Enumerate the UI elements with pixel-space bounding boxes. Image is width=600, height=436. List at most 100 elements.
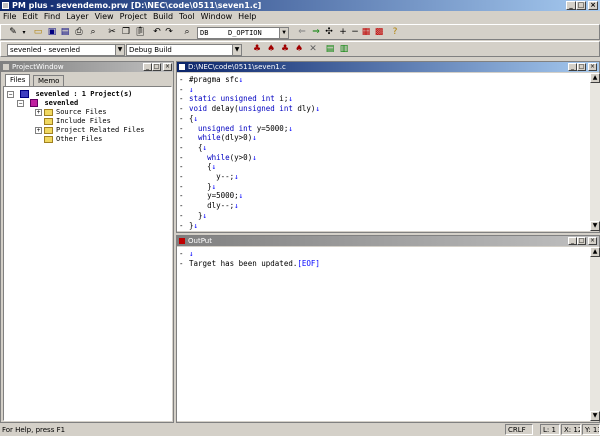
code-area[interactable]: ---------------- #pragma sfc↓ ↓ static uns… bbox=[177, 73, 590, 231]
code-line[interactable]: void delay(unsigned int dly)↓ bbox=[189, 104, 320, 114]
print-icon[interactable]: ⎙ bbox=[73, 27, 85, 38]
chevron-down-icon[interactable]: ▼ bbox=[232, 45, 241, 55]
code-line[interactable]: }↓ bbox=[189, 211, 320, 221]
compile-icon[interactable]: ♣ bbox=[251, 44, 263, 55]
window-close-icon[interactable]: ▩ bbox=[373, 27, 385, 38]
help-icon[interactable]: ? bbox=[389, 27, 401, 38]
save-icon[interactable]: ▣ bbox=[46, 27, 58, 38]
expand-icon[interactable]: − bbox=[17, 99, 24, 107]
project-combo[interactable]: sevenled - sevenled ▼ bbox=[7, 44, 125, 56]
eol-mark: ↓ bbox=[234, 172, 239, 182]
open-file-icon[interactable]: ▭ bbox=[32, 27, 44, 38]
close-button[interactable]: × bbox=[163, 63, 172, 71]
status-bar: For Help, press F1 CRLF L: 1 X: 12 Y: 13 bbox=[0, 423, 600, 436]
build-all-icon[interactable]: ♠ bbox=[293, 44, 305, 55]
code-text[interactable]: #pragma sfc↓ ↓ static unsigned int i;↓ void… bbox=[189, 75, 320, 230]
back-arrow-icon[interactable]: ⇐ bbox=[296, 27, 308, 38]
tree-item-include-files[interactable]: Include Files bbox=[44, 117, 111, 126]
menu-tool[interactable]: Tool bbox=[176, 11, 198, 23]
tree-item-source-files[interactable]: + Source Files bbox=[35, 108, 107, 117]
print-preview-icon[interactable]: ⌕ bbox=[87, 27, 99, 38]
eol-mark: ↓ bbox=[238, 75, 244, 84]
window-list-icon[interactable]: ▦ bbox=[360, 27, 372, 38]
expand-icon[interactable]: + bbox=[35, 108, 42, 116]
document-icon bbox=[179, 64, 185, 70]
settings-icon[interactable]: ▤ bbox=[324, 44, 336, 55]
tree-root[interactable]: − sevenled : 1 Project(s) bbox=[7, 90, 132, 99]
rebuild-icon[interactable]: ♣ bbox=[279, 44, 291, 55]
maximize-button[interactable]: □ bbox=[577, 237, 586, 245]
editor-scrollbar[interactable]: ▲ ▼ bbox=[590, 73, 600, 231]
forward-arrow-icon[interactable]: ⇒ bbox=[310, 27, 322, 38]
scroll-up-button[interactable]: ▲ bbox=[590, 247, 600, 257]
menu-layer[interactable]: Layer bbox=[63, 11, 91, 23]
scroll-down-button[interactable]: ▼ bbox=[590, 411, 600, 421]
code-line[interactable]: while(y>0)↓ bbox=[189, 153, 320, 163]
code-line[interactable]: unsigned int y=5000;↓ bbox=[189, 124, 320, 134]
eol-mark: ↓ bbox=[189, 249, 194, 258]
paste-icon[interactable]: 📋︎ bbox=[134, 27, 146, 38]
maximize-button[interactable]: □ bbox=[577, 63, 586, 71]
tree-item-other-files[interactable]: Other Files bbox=[44, 135, 102, 144]
zoom-in-icon[interactable]: + bbox=[337, 27, 349, 38]
code-line[interactable]: y=5000;↓ bbox=[189, 191, 320, 201]
build-icon[interactable]: ♠ bbox=[265, 44, 277, 55]
code-line[interactable]: {↓ bbox=[189, 114, 320, 124]
chevron-down-icon[interactable]: ▼ bbox=[115, 45, 124, 55]
code-line[interactable]: {↓ bbox=[189, 162, 320, 172]
expand-icon[interactable]: + bbox=[35, 126, 42, 134]
close-button[interactable]: × bbox=[588, 63, 597, 71]
code-line[interactable]: while(dly>0)↓ bbox=[189, 133, 320, 143]
maximize-button[interactable]: □ bbox=[576, 1, 586, 10]
code-line[interactable]: {↓ bbox=[189, 143, 320, 153]
code-line[interactable]: y--;↓ bbox=[189, 172, 320, 182]
menu-help[interactable]: Help bbox=[235, 11, 259, 23]
scroll-up-button[interactable]: ▲ bbox=[590, 73, 600, 83]
tab-memo[interactable]: Memo bbox=[33, 75, 65, 86]
find-icon[interactable]: ⌕ bbox=[181, 27, 193, 38]
menu-find[interactable]: Find bbox=[41, 11, 63, 23]
menu-edit[interactable]: Edit bbox=[19, 11, 41, 23]
expand-icon[interactable]: − bbox=[7, 90, 14, 98]
code-line[interactable]: }↓ bbox=[189, 221, 320, 231]
define-combo[interactable]: DB D_OPTION ▼ bbox=[197, 27, 289, 39]
close-button[interactable]: × bbox=[588, 237, 597, 245]
status-x: X: 12 bbox=[561, 424, 581, 435]
menu-project[interactable]: Project bbox=[117, 11, 150, 23]
output-scrollbar[interactable]: ▲ ▼ bbox=[590, 247, 600, 421]
stop-build-icon[interactable]: ✕ bbox=[307, 44, 319, 55]
redo-icon[interactable]: ↷ bbox=[163, 27, 175, 38]
output-window: OutPut _ □ × -- ↓ Target has been update… bbox=[176, 235, 600, 423]
menu-view[interactable]: View bbox=[92, 11, 117, 23]
minimize-button[interactable]: _ bbox=[566, 1, 576, 10]
chevron-down-icon[interactable]: ▼ bbox=[279, 28, 288, 38]
build-mode-combo[interactable]: Debug Build ▼ bbox=[126, 44, 242, 56]
code-line[interactable]: dly--;↓ bbox=[189, 201, 320, 211]
code-line[interactable]: ↓ bbox=[189, 85, 320, 95]
copy-icon[interactable]: ❐ bbox=[120, 27, 132, 38]
status-line-ending: CRLF bbox=[505, 424, 533, 435]
eol-mark: ↓ bbox=[315, 104, 320, 114]
menu-file[interactable]: File bbox=[0, 11, 19, 23]
tree-item-project-related-files[interactable]: + Project Related Files bbox=[35, 126, 145, 135]
menu-window[interactable]: Window bbox=[198, 11, 236, 23]
move-icon[interactable]: ✣ bbox=[323, 27, 335, 38]
save-all-icon[interactable]: ▤ bbox=[59, 27, 71, 38]
debug-icon[interactable]: ▥ bbox=[338, 44, 350, 55]
dropdown-arrow-icon[interactable]: ▾ bbox=[18, 27, 30, 38]
close-button[interactable]: × bbox=[588, 1, 598, 10]
tab-files[interactable]: Files bbox=[5, 74, 31, 86]
undo-icon[interactable]: ↶ bbox=[151, 27, 163, 38]
code-line[interactable]: #pragma sfc↓ bbox=[189, 75, 320, 85]
code-line[interactable]: static unsigned int i;↓ bbox=[189, 94, 320, 104]
minimize-button[interactable]: _ bbox=[143, 63, 152, 71]
tree-project[interactable]: − sevenled bbox=[17, 99, 78, 108]
code-line[interactable]: }↓ bbox=[189, 182, 320, 192]
minimize-button[interactable]: _ bbox=[568, 237, 577, 245]
menu-build[interactable]: Build bbox=[150, 11, 176, 23]
cut-icon[interactable]: ✂ bbox=[106, 27, 118, 38]
maximize-button[interactable]: □ bbox=[152, 63, 161, 71]
minimize-button[interactable]: _ bbox=[568, 63, 577, 71]
scroll-down-button[interactable]: ▼ bbox=[590, 221, 600, 231]
output-area[interactable]: -- ↓ Target has been updated.[EOF] bbox=[177, 247, 590, 421]
